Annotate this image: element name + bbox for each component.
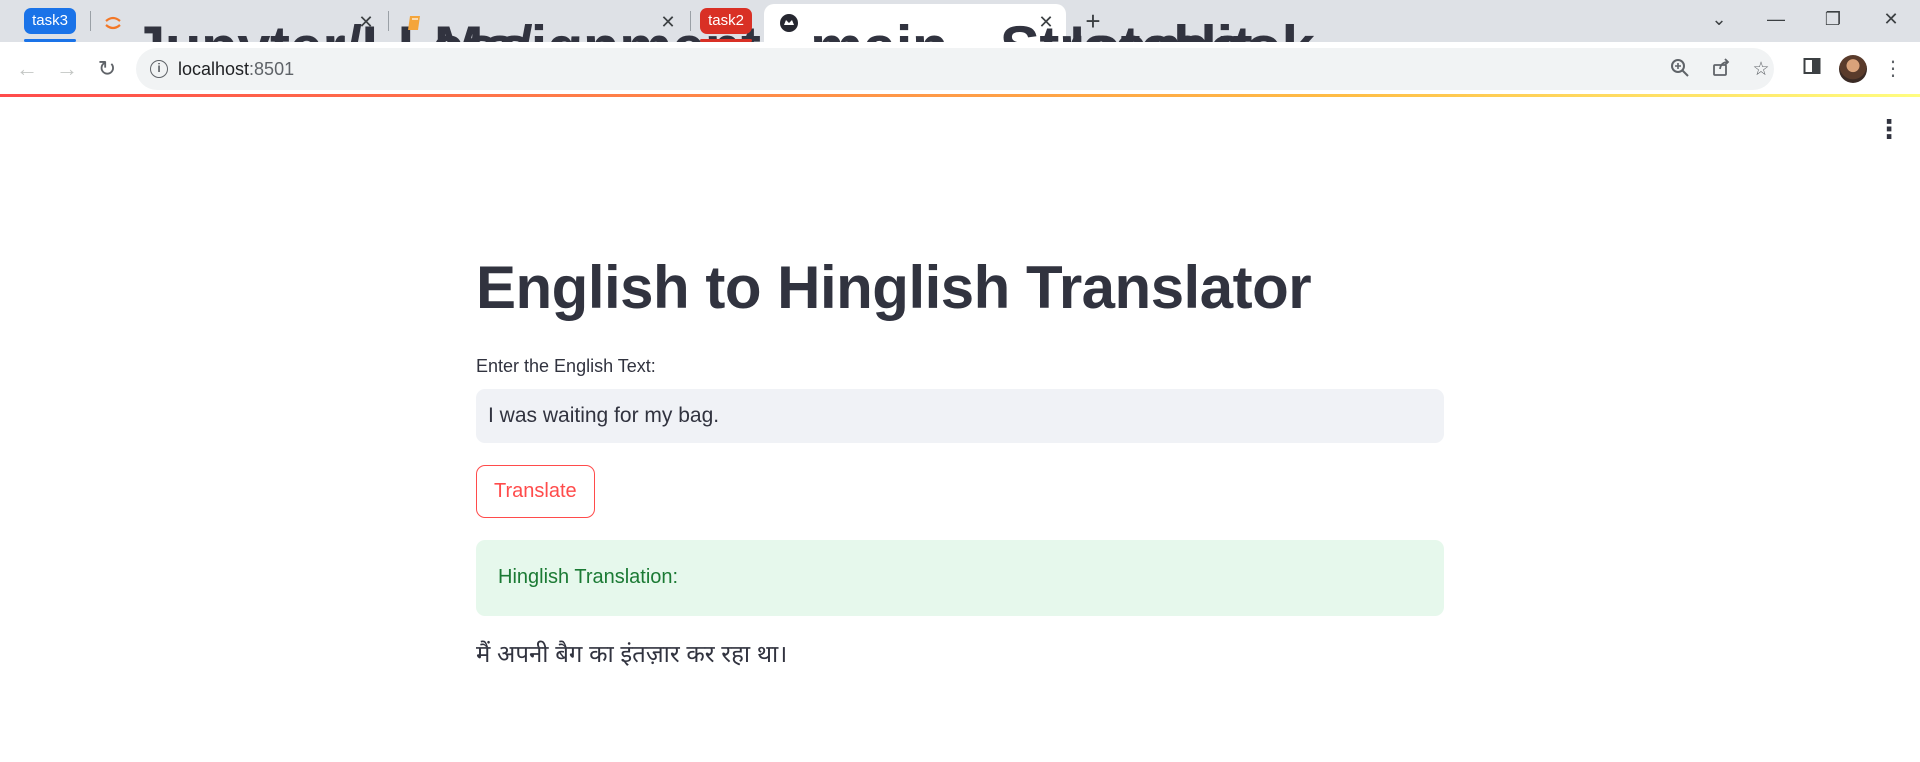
app-menu-icon[interactable]: ⋮ [1876, 116, 1902, 142]
close-icon[interactable]: ✕ [658, 12, 678, 32]
streamlit-decoration-bar [0, 94, 1920, 97]
tab-jupyter[interactable]: Jupyter/LLMs/ ✕ [96, 4, 533, 81]
chrome-menu-icon[interactable]: ⋮ [1880, 56, 1906, 82]
share-icon[interactable] [1709, 58, 1733, 82]
address-bar[interactable]: i localhost:8501 ☆ [136, 48, 1774, 90]
tab-separator [90, 11, 91, 31]
english-text-input[interactable] [476, 389, 1444, 443]
close-icon[interactable]: ✕ [356, 12, 376, 32]
jupyter-icon [104, 14, 122, 32]
streamlit-icon [780, 14, 798, 32]
tab-streamlit[interactable]: main · Streamlit ✕ [764, 4, 1253, 81]
tab-separator [388, 11, 389, 31]
tab-strip: task3 Jupyter/LLMs/ ✕ assignment - Jupyt… [0, 0, 1920, 81]
input-label: Enter the English Text: [476, 356, 656, 376]
forward-icon[interactable]: → [50, 52, 84, 86]
minimize-icon[interactable]: — [1761, 6, 1791, 32]
info-icon[interactable]: i [150, 60, 168, 78]
translate-button[interactable]: Translate [476, 465, 595, 518]
back-icon[interactable]: ← [10, 52, 44, 86]
tab-search-icon[interactable]: ⌄ [1704, 6, 1734, 32]
reload-icon[interactable]: ↻ [90, 52, 124, 86]
side-panel-icon[interactable] [1799, 56, 1825, 82]
restore-icon[interactable]: ❐ [1818, 6, 1848, 32]
tab-separator [690, 11, 691, 31]
zoom-icon[interactable] [1668, 58, 1692, 82]
notebook-icon [406, 14, 424, 32]
browser-toolbar: ← → ↻ i localhost:8501 ☆ ⋮ [0, 42, 1920, 96]
success-message: Hinglish Translation: [498, 566, 679, 588]
tab-group-task3[interactable]: task3 [24, 8, 76, 34]
close-window-icon[interactable]: ✕ [1876, 6, 1906, 32]
success-alert: Hinglish Translation: [476, 540, 1444, 616]
page-title: English to Hinglish Translator [476, 254, 1312, 321]
translation-result: मैं अपनी बैग का इंतज़ार कर रहा था। [476, 641, 788, 668]
bookmark-star-icon[interactable]: ☆ [1749, 58, 1773, 82]
close-icon[interactable]: ✕ [1036, 12, 1056, 32]
profile-avatar[interactable] [1839, 55, 1867, 83]
tab-assignment[interactable]: assignment - Jupyter Notebook ✕ [394, 4, 1315, 81]
tab-group-task2[interactable]: task2 [700, 8, 752, 34]
url-text: localhost:8501 [178, 59, 295, 79]
new-tab-button[interactable]: + [1080, 6, 1106, 36]
